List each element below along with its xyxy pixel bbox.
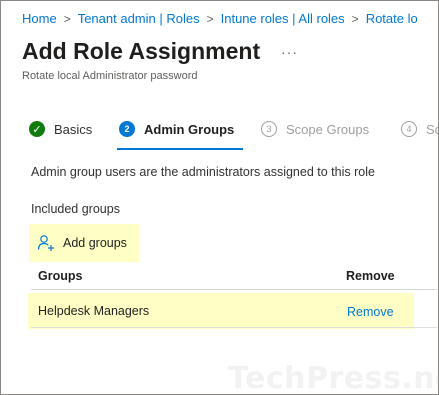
tab-admin-groups-label: Admin Groups xyxy=(144,121,235,137)
page-title: Add Role Assignment xyxy=(22,38,261,64)
column-header-remove: Remove xyxy=(346,269,395,283)
chevron-right-icon: > xyxy=(63,11,71,26)
watermark: TechPress.net xyxy=(228,361,438,395)
active-tab-indicator xyxy=(117,148,243,150)
tab-basics[interactable]: ✓ Basics xyxy=(29,121,92,137)
breadcrumb-intune-roles[interactable]: Intune roles | All roles xyxy=(221,11,345,26)
step-number-2: 2 xyxy=(119,121,135,137)
tab-step-4[interactable]: 4 Sc xyxy=(401,121,438,137)
ellipsis-icon[interactable]: ··· xyxy=(281,44,298,60)
breadcrumb: Home > Tenant admin | Roles > Intune rol… xyxy=(22,11,418,26)
breadcrumb-home[interactable]: Home xyxy=(22,11,57,26)
chevron-right-icon: > xyxy=(351,11,359,26)
section-description: Admin group users are the administrators… xyxy=(31,165,375,179)
tab-scope-groups[interactable]: 3 Scope Groups xyxy=(261,121,369,137)
tab-step-4-label: Sc xyxy=(426,121,438,137)
table-row-divider xyxy=(31,327,437,328)
included-groups-label: Included groups xyxy=(31,202,120,216)
tab-admin-groups[interactable]: 2 Admin Groups xyxy=(119,121,234,137)
checkmark-icon: ✓ xyxy=(29,121,45,137)
group-name-cell: Helpdesk Managers xyxy=(38,304,150,318)
add-groups-button[interactable]: Add groups xyxy=(29,224,139,262)
main-panel: Home > Tenant admin | Roles > Intune rol… xyxy=(0,0,439,395)
step-number-3: 3 xyxy=(261,121,277,137)
page-subtitle: Rotate local Administrator password xyxy=(22,70,198,82)
breadcrumb-rotate-local[interactable]: Rotate lo xyxy=(366,11,418,26)
tab-scope-groups-label: Scope Groups xyxy=(286,121,370,137)
remove-link[interactable]: Remove xyxy=(347,305,394,319)
add-groups-label: Add groups xyxy=(63,236,127,250)
breadcrumb-tenant-admin-roles[interactable]: Tenant admin | Roles xyxy=(78,11,200,26)
add-user-icon xyxy=(37,235,54,251)
column-header-groups: Groups xyxy=(38,269,83,283)
step-number-4: 4 xyxy=(401,121,417,137)
table-header-divider xyxy=(31,289,437,290)
tab-basics-label: Basics xyxy=(54,121,93,137)
chevron-right-icon: > xyxy=(206,11,214,26)
table-row: Helpdesk Managers Remove xyxy=(28,293,414,329)
